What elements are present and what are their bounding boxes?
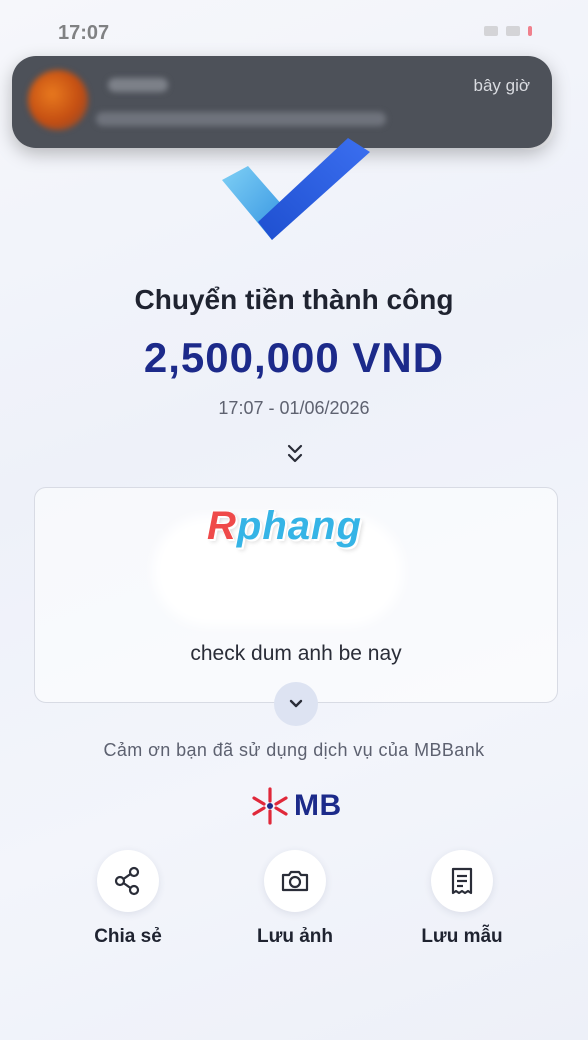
notification-avatar <box>28 70 88 130</box>
transfer-datetime: 17:07 - 01/06/2026 <box>218 398 370 418</box>
save-template-circle[interactable] <box>431 850 493 912</box>
mb-star-icon <box>252 787 288 825</box>
expand-card-button[interactable] <box>274 682 318 726</box>
notification-title-blurred <box>108 78 168 92</box>
transfer-status-title: Chuyển tiền thành công <box>134 284 454 315</box>
notification-time: bây giờ <box>473 76 530 95</box>
save-image-button[interactable]: Lưu ảnh <box>235 850 355 948</box>
mb-bank-logo: MB <box>250 784 342 828</box>
save-template-button[interactable]: Lưu mẫu <box>402 850 522 948</box>
camera-icon <box>281 870 309 892</box>
signal-icon <box>484 26 498 36</box>
share-label: Chia sẻ <box>94 926 162 947</box>
save-image-label: Lưu ảnh <box>256 926 334 947</box>
transfer-message: check dum anh be nay <box>190 642 402 665</box>
battery-icon <box>528 26 532 36</box>
mb-logo-text: MB <box>294 789 342 822</box>
save-template-label: Lưu mẫu <box>421 926 503 947</box>
status-bar: 17:07 <box>0 0 588 60</box>
share-button[interactable]: Chia sẻ <box>68 850 188 948</box>
success-check-icon <box>222 138 370 240</box>
share-icon <box>114 866 140 896</box>
transfer-message-card: Rphang check dum anh be nay <box>34 487 558 703</box>
chevron-down-icon <box>289 699 303 708</box>
status-time: 17:07 <box>58 22 110 44</box>
expand-details-icon[interactable] <box>283 440 307 466</box>
share-circle[interactable] <box>97 850 159 912</box>
watermark-logo: Rphang <box>207 504 362 548</box>
transfer-amount: 2,500,000 VND <box>143 334 445 381</box>
status-icons <box>484 26 532 36</box>
thanks-message: Cảm ơn bạn đã sử dụng dịch vụ của MBBank <box>103 740 485 760</box>
receipt-icon <box>451 867 473 895</box>
save-image-circle[interactable] <box>264 850 326 912</box>
wifi-icon <box>506 26 520 36</box>
